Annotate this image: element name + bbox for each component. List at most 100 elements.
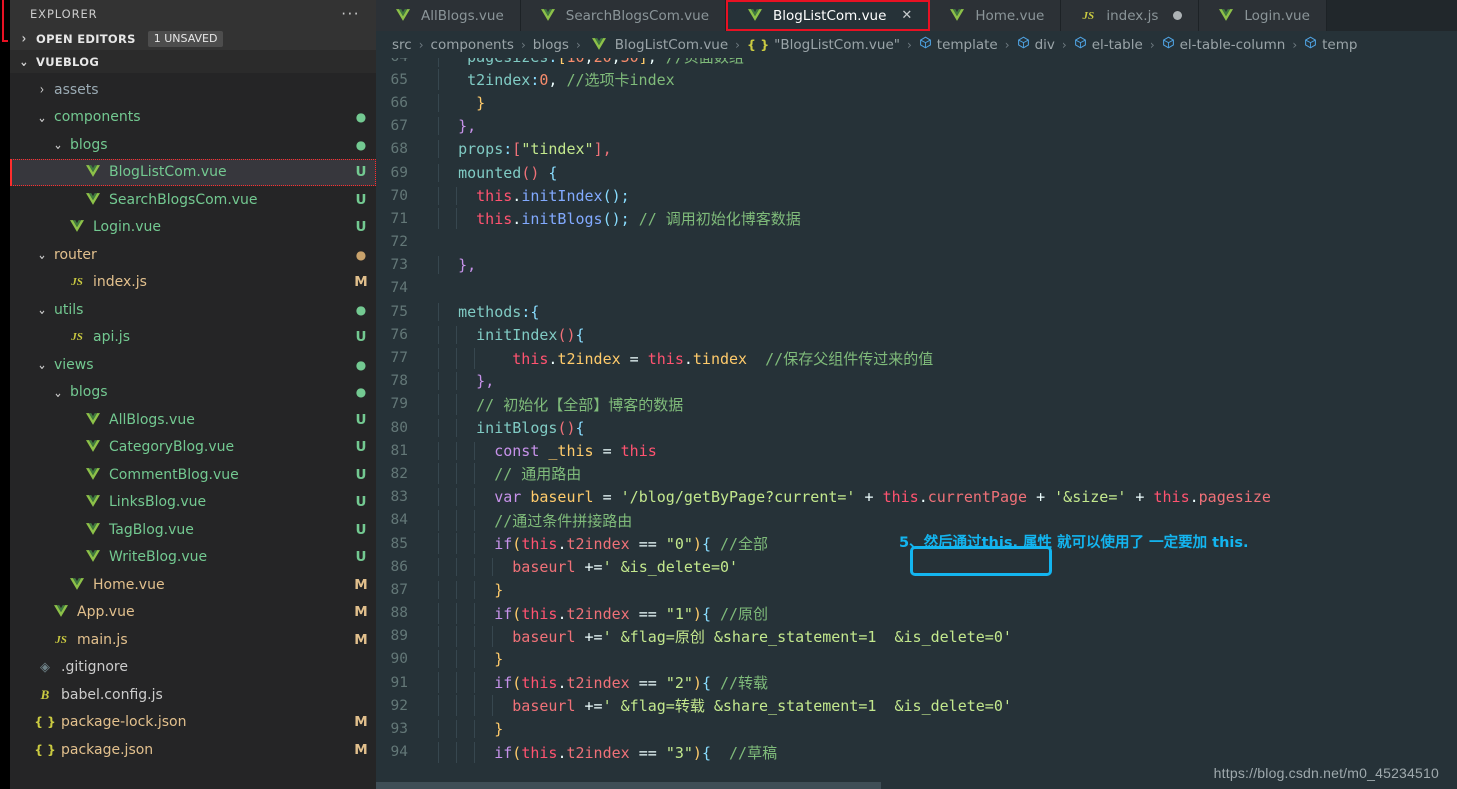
explorer-sidebar[interactable]: EXPLORER ··· › OPEN EDITORS 1 UNSAVED ⌄ … <box>10 0 376 789</box>
code-line[interactable]: 84 //通过条件拼接路由 <box>376 509 1457 532</box>
code-line[interactable]: 82 // 通用路由 <box>376 462 1457 485</box>
editor-tab-allblogs-vue[interactable]: AllBlogs.vue <box>376 0 521 31</box>
chevron-down-icon[interactable]: ⌄ <box>34 109 50 125</box>
file-tree-item-views[interactable]: ⌄ views ● <box>10 351 376 379</box>
file-tree-item-gitignore[interactable]: ◈ .gitignore <box>10 654 376 682</box>
file-tree-item-package-lock-json[interactable]: { } package-lock.json M <box>10 709 376 737</box>
code-line[interactable]: 79 // 初始化【全部】博客的数据 <box>376 393 1457 416</box>
chevron-down-icon[interactable]: ⌄ <box>34 357 50 373</box>
code-line[interactable]: 72 <box>376 231 1457 254</box>
code-editor[interactable]: 64 pagesizes:[10,20,30], //页面数组65 t2inde… <box>376 58 1457 789</box>
file-tree-item-label: Home.vue <box>93 576 165 593</box>
breadcrumb[interactable]: src › components › blogs › BlogListCom.vue › { }… <box>376 31 1457 58</box>
editor-tab-home-vue[interactable]: Home.vue <box>930 0 1062 31</box>
file-tree-item-login-vue[interactable]: Login.vue U <box>10 214 376 242</box>
file-tree-item-api-js[interactable]: JS api.js U <box>10 324 376 352</box>
code-token: == <box>629 674 666 693</box>
breadcrumb-item-0[interactable]: src <box>392 37 412 53</box>
editor-tab-bar[interactable]: AllBlogs.vue SearchBlogsCom.vue BlogListCo… <box>376 0 1457 31</box>
file-tree[interactable]: › assets ⌄ components ● ⌄ blogs ● BlogListCom.vu… <box>10 73 376 764</box>
code-token: { <box>530 302 540 321</box>
code-line[interactable]: 89 baseurl +=' &flag=原创 &share_statement… <box>376 625 1457 648</box>
breadcrumb-item-9[interactable]: temp <box>1304 36 1357 53</box>
code-line[interactable]: 94 if(this.t2index == "3"){ //草稿 <box>376 741 1457 764</box>
chevron-down-icon[interactable]: ⌄ <box>34 247 50 263</box>
chevron-down-icon[interactable]: ⌄ <box>34 302 50 318</box>
code-line[interactable]: 90 } <box>376 648 1457 671</box>
code-line[interactable]: 93 } <box>376 717 1457 740</box>
open-editors-section-header[interactable]: › OPEN EDITORS 1 UNSAVED <box>10 27 376 50</box>
file-tree-item-home-vue[interactable]: Home.vue M <box>10 571 376 599</box>
code-line[interactable]: 86 baseurl +=' &is_delete=0' <box>376 555 1457 578</box>
code-token: this <box>521 604 558 623</box>
breadcrumb-item-label: "BlogListCom.vue" <box>774 36 900 53</box>
file-tree-item-categoryblog-vue[interactable]: CategoryBlog.vue U <box>10 434 376 462</box>
file-tree-item-commentblog-vue[interactable]: CommentBlog.vue U <box>10 461 376 489</box>
breadcrumb-item-8[interactable]: el-table-column <box>1162 36 1285 53</box>
code-line[interactable]: 83 var baseurl = '/blog/getByPage?curren… <box>376 486 1457 509</box>
file-tree-item-tagblog-vue[interactable]: TagBlog.vue U <box>10 516 376 544</box>
code-line[interactable]: 69 mounted() { <box>376 161 1457 184</box>
breadcrumb-item-2[interactable]: blogs <box>533 37 569 53</box>
file-tree-item-main-js[interactable]: JS main.js M <box>10 626 376 654</box>
code-line[interactable]: 64 pagesizes:[10,20,30], //页面数组 <box>376 58 1457 68</box>
editor-tab-bloglistcom-vue[interactable]: BlogListCom.vue ✕ <box>726 0 931 31</box>
breadcrumb-item-6[interactable]: div <box>1017 36 1055 53</box>
unsaved-dot-icon[interactable] <box>1173 11 1183 20</box>
code-line[interactable]: 67 }, <box>376 115 1457 138</box>
chevron-down-icon[interactable]: ⌄ <box>50 137 66 153</box>
horizontal-scrollbar-thumb[interactable] <box>376 782 881 789</box>
editor-tab-login-vue[interactable]: Login.vue <box>1199 0 1327 31</box>
more-actions-icon[interactable]: ··· <box>341 6 360 21</box>
chevron-down-icon[interactable]: ⌄ <box>50 384 66 400</box>
code-line[interactable]: 78 }, <box>376 370 1457 393</box>
project-section-header[interactable]: ⌄ VUEBLOG <box>10 50 376 73</box>
code-line[interactable]: 74 <box>376 277 1457 300</box>
file-tree-item-assets[interactable]: › assets <box>10 76 376 104</box>
file-tree-item-app-vue[interactable]: App.vue M <box>10 599 376 627</box>
file-tree-item-bloglistcom-vue[interactable]: BlogListCom.vue U <box>10 158 376 186</box>
breadcrumb-item-3[interactable]: BlogListCom.vue <box>588 36 728 54</box>
code-token: ) <box>692 535 702 554</box>
code-line[interactable]: 71 this.initBlogs(); // 调用初始化博客数据 <box>376 207 1457 230</box>
code-line-text: }, <box>431 372 1457 391</box>
breadcrumb-item-7[interactable]: el-table <box>1074 36 1143 53</box>
close-icon[interactable]: ✕ <box>901 8 912 23</box>
horizontal-scrollbar[interactable] <box>376 782 1457 789</box>
breadcrumb-item-5[interactable]: template <box>919 36 998 53</box>
file-tree-item-index-js[interactable]: JS index.js M <box>10 269 376 297</box>
breadcrumb-item-1[interactable]: components <box>431 37 514 53</box>
editor-tab-searchblogscom-vue[interactable]: SearchBlogsCom.vue <box>520 0 726 31</box>
editor-tab-index-js[interactable]: JS index.js <box>1061 0 1200 31</box>
file-tree-item-writeblog-vue[interactable]: WriteBlog.vue U <box>10 544 376 572</box>
file-tree-item-label: router <box>54 246 97 263</box>
file-tree-item-blogs[interactable]: ⌄ blogs ● <box>10 131 376 159</box>
code-line[interactable]: 75 methods:{ <box>376 300 1457 323</box>
code-line[interactable]: 68 props:["tindex"], <box>376 138 1457 161</box>
code-line[interactable]: 91 if(this.t2index == "2"){ //转载 <box>376 671 1457 694</box>
code-line[interactable]: 88 if(this.t2index == "1"){ //原创 <box>376 602 1457 625</box>
file-tree-item-linksblog-vue[interactable]: LinksBlog.vue U <box>10 489 376 517</box>
code-line[interactable]: 76 initIndex(){ <box>376 323 1457 346</box>
file-tree-item-package-json[interactable]: { } package.json M <box>10 736 376 764</box>
code-line[interactable]: 81 const _this = this <box>376 439 1457 462</box>
code-line[interactable]: 87 } <box>376 578 1457 601</box>
code-lines[interactable]: 64 pagesizes:[10,20,30], //页面数组65 t2inde… <box>376 58 1457 764</box>
file-tree-item-blogs[interactable]: ⌄ blogs ● <box>10 379 376 407</box>
code-line[interactable]: 80 initBlogs(){ <box>376 416 1457 439</box>
code-line[interactable]: 66 } <box>376 91 1457 114</box>
breadcrumb-item-4[interactable]: { } "BlogListCom.vue" <box>747 37 900 53</box>
code-line[interactable]: 77 this.t2index = this.tindex //保存父组件传过来… <box>376 346 1457 369</box>
file-tree-item-router[interactable]: ⌄ router ● <box>10 241 376 269</box>
file-tree-item-components[interactable]: ⌄ components ● <box>10 104 376 132</box>
file-tree-item-searchblogscom-vue[interactable]: SearchBlogsCom.vue U <box>10 186 376 214</box>
file-tree-item-utils[interactable]: ⌄ utils ● <box>10 296 376 324</box>
activity-bar[interactable] <box>0 0 10 789</box>
code-line[interactable]: 92 baseurl +=' &flag=转载 &share_statement… <box>376 694 1457 717</box>
code-line[interactable]: 70 this.initIndex(); <box>376 184 1457 207</box>
file-tree-item-babel-config-js[interactable]: Bbabel.config.js <box>10 681 376 709</box>
code-line[interactable]: 65 t2index:0, //选项卡index <box>376 68 1457 91</box>
code-line[interactable]: 73 }, <box>376 254 1457 277</box>
chevron-right-icon[interactable]: › <box>34 82 50 98</box>
file-tree-item-allblogs-vue[interactable]: AllBlogs.vue U <box>10 406 376 434</box>
